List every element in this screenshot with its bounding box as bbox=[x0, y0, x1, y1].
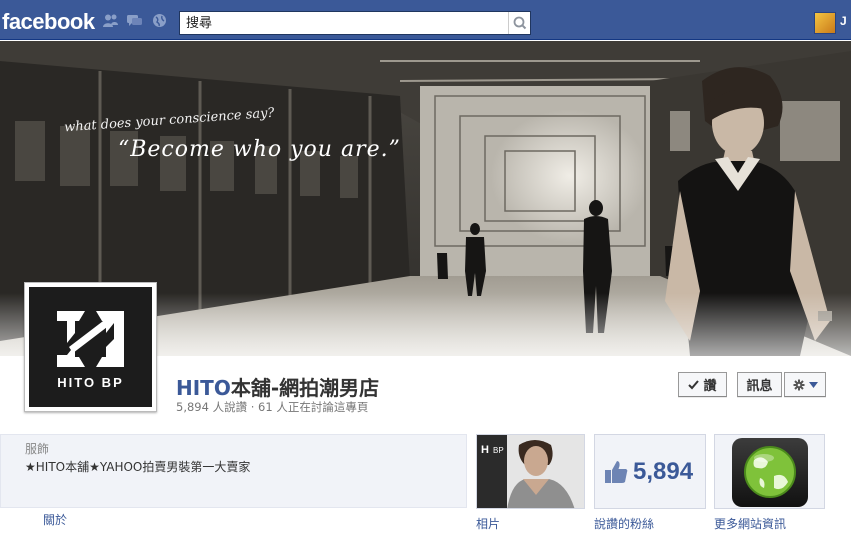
user-avatar[interactable] bbox=[814, 12, 836, 34]
globe-icon bbox=[744, 446, 796, 498]
like-page-label: 讚 bbox=[703, 379, 717, 394]
message-button[interactable]: 訊息 bbox=[737, 372, 782, 397]
page-title: HITO本舖-網拍潮男店 bbox=[176, 372, 379, 401]
photos-tile[interactable]: H BP bbox=[476, 434, 585, 509]
likes-label[interactable]: 說讚的粉絲 bbox=[594, 515, 654, 532]
magnifier-icon bbox=[513, 16, 527, 30]
website-tile[interactable] bbox=[714, 434, 825, 509]
hito-bp-logo: HITO BP bbox=[29, 287, 152, 407]
search-button[interactable] bbox=[508, 12, 530, 34]
gear-icon bbox=[793, 379, 804, 390]
page-description: ★HITO本舖★YAHOO拍賣男裝第一大賣家 bbox=[25, 460, 251, 474]
hito-monogram-icon bbox=[57, 311, 124, 367]
message-label: 訊息 bbox=[746, 379, 773, 394]
svg-text:BP: BP bbox=[493, 446, 504, 455]
page-category: 服飾 bbox=[25, 442, 50, 456]
page-title-rest: 本舖-網拍潮男店 bbox=[230, 376, 380, 400]
svg-text:H: H bbox=[481, 444, 489, 456]
profile-logo-text: HITO BP bbox=[57, 375, 124, 390]
top-navigation-bar: facebook J bbox=[0, 0, 851, 40]
chevron-down-icon bbox=[808, 381, 818, 388]
facebook-logo[interactable]: facebook bbox=[2, 9, 95, 35]
website-label[interactable]: 更多網站資訊 bbox=[714, 515, 786, 532]
likes-tile[interactable]: 5,894 bbox=[594, 434, 706, 509]
thumbs-up-icon bbox=[605, 461, 628, 483]
cover-caption-quote: “Become who you are.” bbox=[118, 137, 401, 162]
likes-count: 5,894 bbox=[633, 458, 694, 485]
user-name[interactable]: J bbox=[840, 14, 847, 28]
page-stats: 5,894 人說讚 · 61 人正在討論這專頁 bbox=[176, 400, 369, 414]
website-app-badge bbox=[732, 438, 808, 507]
checkmark-icon bbox=[688, 379, 700, 389]
about-link[interactable]: 關於 bbox=[43, 511, 67, 528]
page-profile-picture[interactable]: HITO BP bbox=[24, 282, 157, 412]
photos-thumbnail: H BP bbox=[477, 435, 584, 508]
photos-label[interactable]: 相片 bbox=[476, 515, 500, 532]
settings-dropdown-button[interactable] bbox=[784, 372, 826, 397]
search-box bbox=[179, 11, 531, 35]
messages-icon[interactable] bbox=[126, 13, 143, 28]
search-input[interactable] bbox=[180, 12, 508, 34]
friend-requests-icon[interactable] bbox=[102, 13, 119, 28]
like-page-button[interactable]: 讚 bbox=[678, 372, 727, 397]
notifications-globe-icon[interactable] bbox=[151, 13, 168, 28]
page-title-brand[interactable]: HITO bbox=[176, 376, 231, 400]
